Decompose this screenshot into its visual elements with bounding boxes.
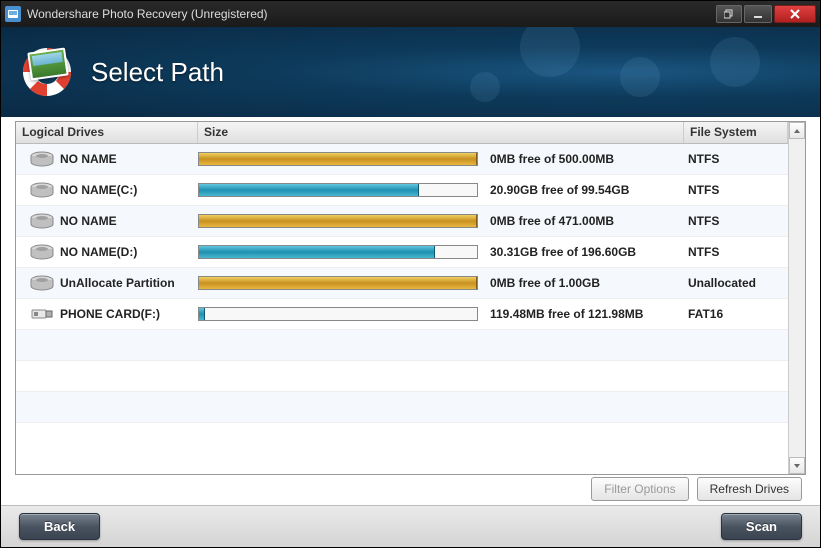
- table-header: Logical Drives Size File System: [16, 122, 788, 144]
- drive-name: NO NAME(D:): [60, 245, 137, 259]
- app-logo-icon: [21, 46, 73, 98]
- table-row[interactable]: NO NAME 0MB free of 500.00MB NTFS: [16, 144, 788, 175]
- col-header-fs[interactable]: File System: [684, 122, 788, 143]
- table-row[interactable]: NO NAME 0MB free of 471.00MB NTFS: [16, 206, 788, 237]
- titlebar: Wondershare Photo Recovery (Unregistered…: [1, 1, 820, 27]
- hard-drive-icon: [30, 182, 54, 198]
- col-header-size[interactable]: Size: [198, 122, 684, 143]
- drive-name: NO NAME: [60, 214, 117, 228]
- free-space-text: 20.90GB free of 99.54GB: [490, 183, 629, 197]
- drive-name: PHONE CARD(F:): [60, 307, 160, 321]
- filter-options-button[interactable]: Filter Options: [591, 477, 688, 501]
- table-row[interactable]: NO NAME(C:) 20.90GB free of 99.54GB NTFS: [16, 175, 788, 206]
- hard-drive-icon: [30, 213, 54, 229]
- usage-bar: [198, 152, 478, 166]
- usage-bar: [198, 276, 478, 290]
- refresh-drives-button[interactable]: Refresh Drives: [697, 477, 802, 501]
- usage-bar: [198, 245, 478, 259]
- filesystem-text: NTFS: [684, 183, 788, 197]
- table-row[interactable]: UnAllocate Partition 0MB free of 1.00GB Un…: [16, 268, 788, 299]
- restore-down-button[interactable]: [716, 5, 742, 23]
- free-space-text: 0MB free of 471.00MB: [490, 214, 614, 228]
- table-row[interactable]: NO NAME(D:) 30.31GB free of 196.60GB NTFS: [16, 237, 788, 268]
- drive-name: NO NAME(C:): [60, 183, 137, 197]
- drives-panel: Logical Drives Size File System NO NAME 0…: [15, 121, 806, 475]
- filesystem-text: FAT16: [684, 307, 788, 321]
- free-space-text: 0MB free of 1.00GB: [490, 276, 600, 290]
- free-space-text: 30.31GB free of 196.60GB: [490, 245, 636, 259]
- col-header-drives[interactable]: Logical Drives: [16, 122, 198, 143]
- table-row[interactable]: PHONE CARD(F:) 119.48MB free of 121.98MB F…: [16, 299, 788, 330]
- header-banner: Select Path: [1, 27, 820, 117]
- minimize-button[interactable]: [744, 5, 772, 23]
- scroll-down-button[interactable]: [789, 457, 805, 474]
- footer: Back Scan: [1, 505, 820, 547]
- hard-drive-icon: [30, 151, 54, 167]
- filesystem-text: NTFS: [684, 152, 788, 166]
- drive-name: UnAllocate Partition: [60, 276, 175, 290]
- window-title: Wondershare Photo Recovery (Unregistered…: [27, 7, 716, 21]
- page-title: Select Path: [91, 57, 224, 88]
- usb-drive-icon: [30, 306, 54, 322]
- usage-bar: [198, 307, 478, 321]
- scroll-up-button[interactable]: [789, 122, 805, 139]
- free-space-text: 119.48MB free of 121.98MB: [490, 307, 643, 321]
- hard-drive-icon: [30, 244, 54, 260]
- hard-drive-icon: [30, 275, 54, 291]
- filesystem-text: NTFS: [684, 245, 788, 259]
- app-icon: [5, 6, 21, 22]
- close-button[interactable]: [774, 5, 816, 23]
- free-space-text: 0MB free of 500.00MB: [490, 152, 614, 166]
- drive-name: NO NAME: [60, 152, 117, 166]
- usage-bar: [198, 183, 478, 197]
- vertical-scrollbar[interactable]: [788, 122, 805, 474]
- filesystem-text: NTFS: [684, 214, 788, 228]
- filesystem-text: Unallocated: [684, 276, 788, 290]
- scan-button[interactable]: Scan: [721, 513, 802, 540]
- usage-bar: [198, 214, 478, 228]
- back-button[interactable]: Back: [19, 513, 100, 540]
